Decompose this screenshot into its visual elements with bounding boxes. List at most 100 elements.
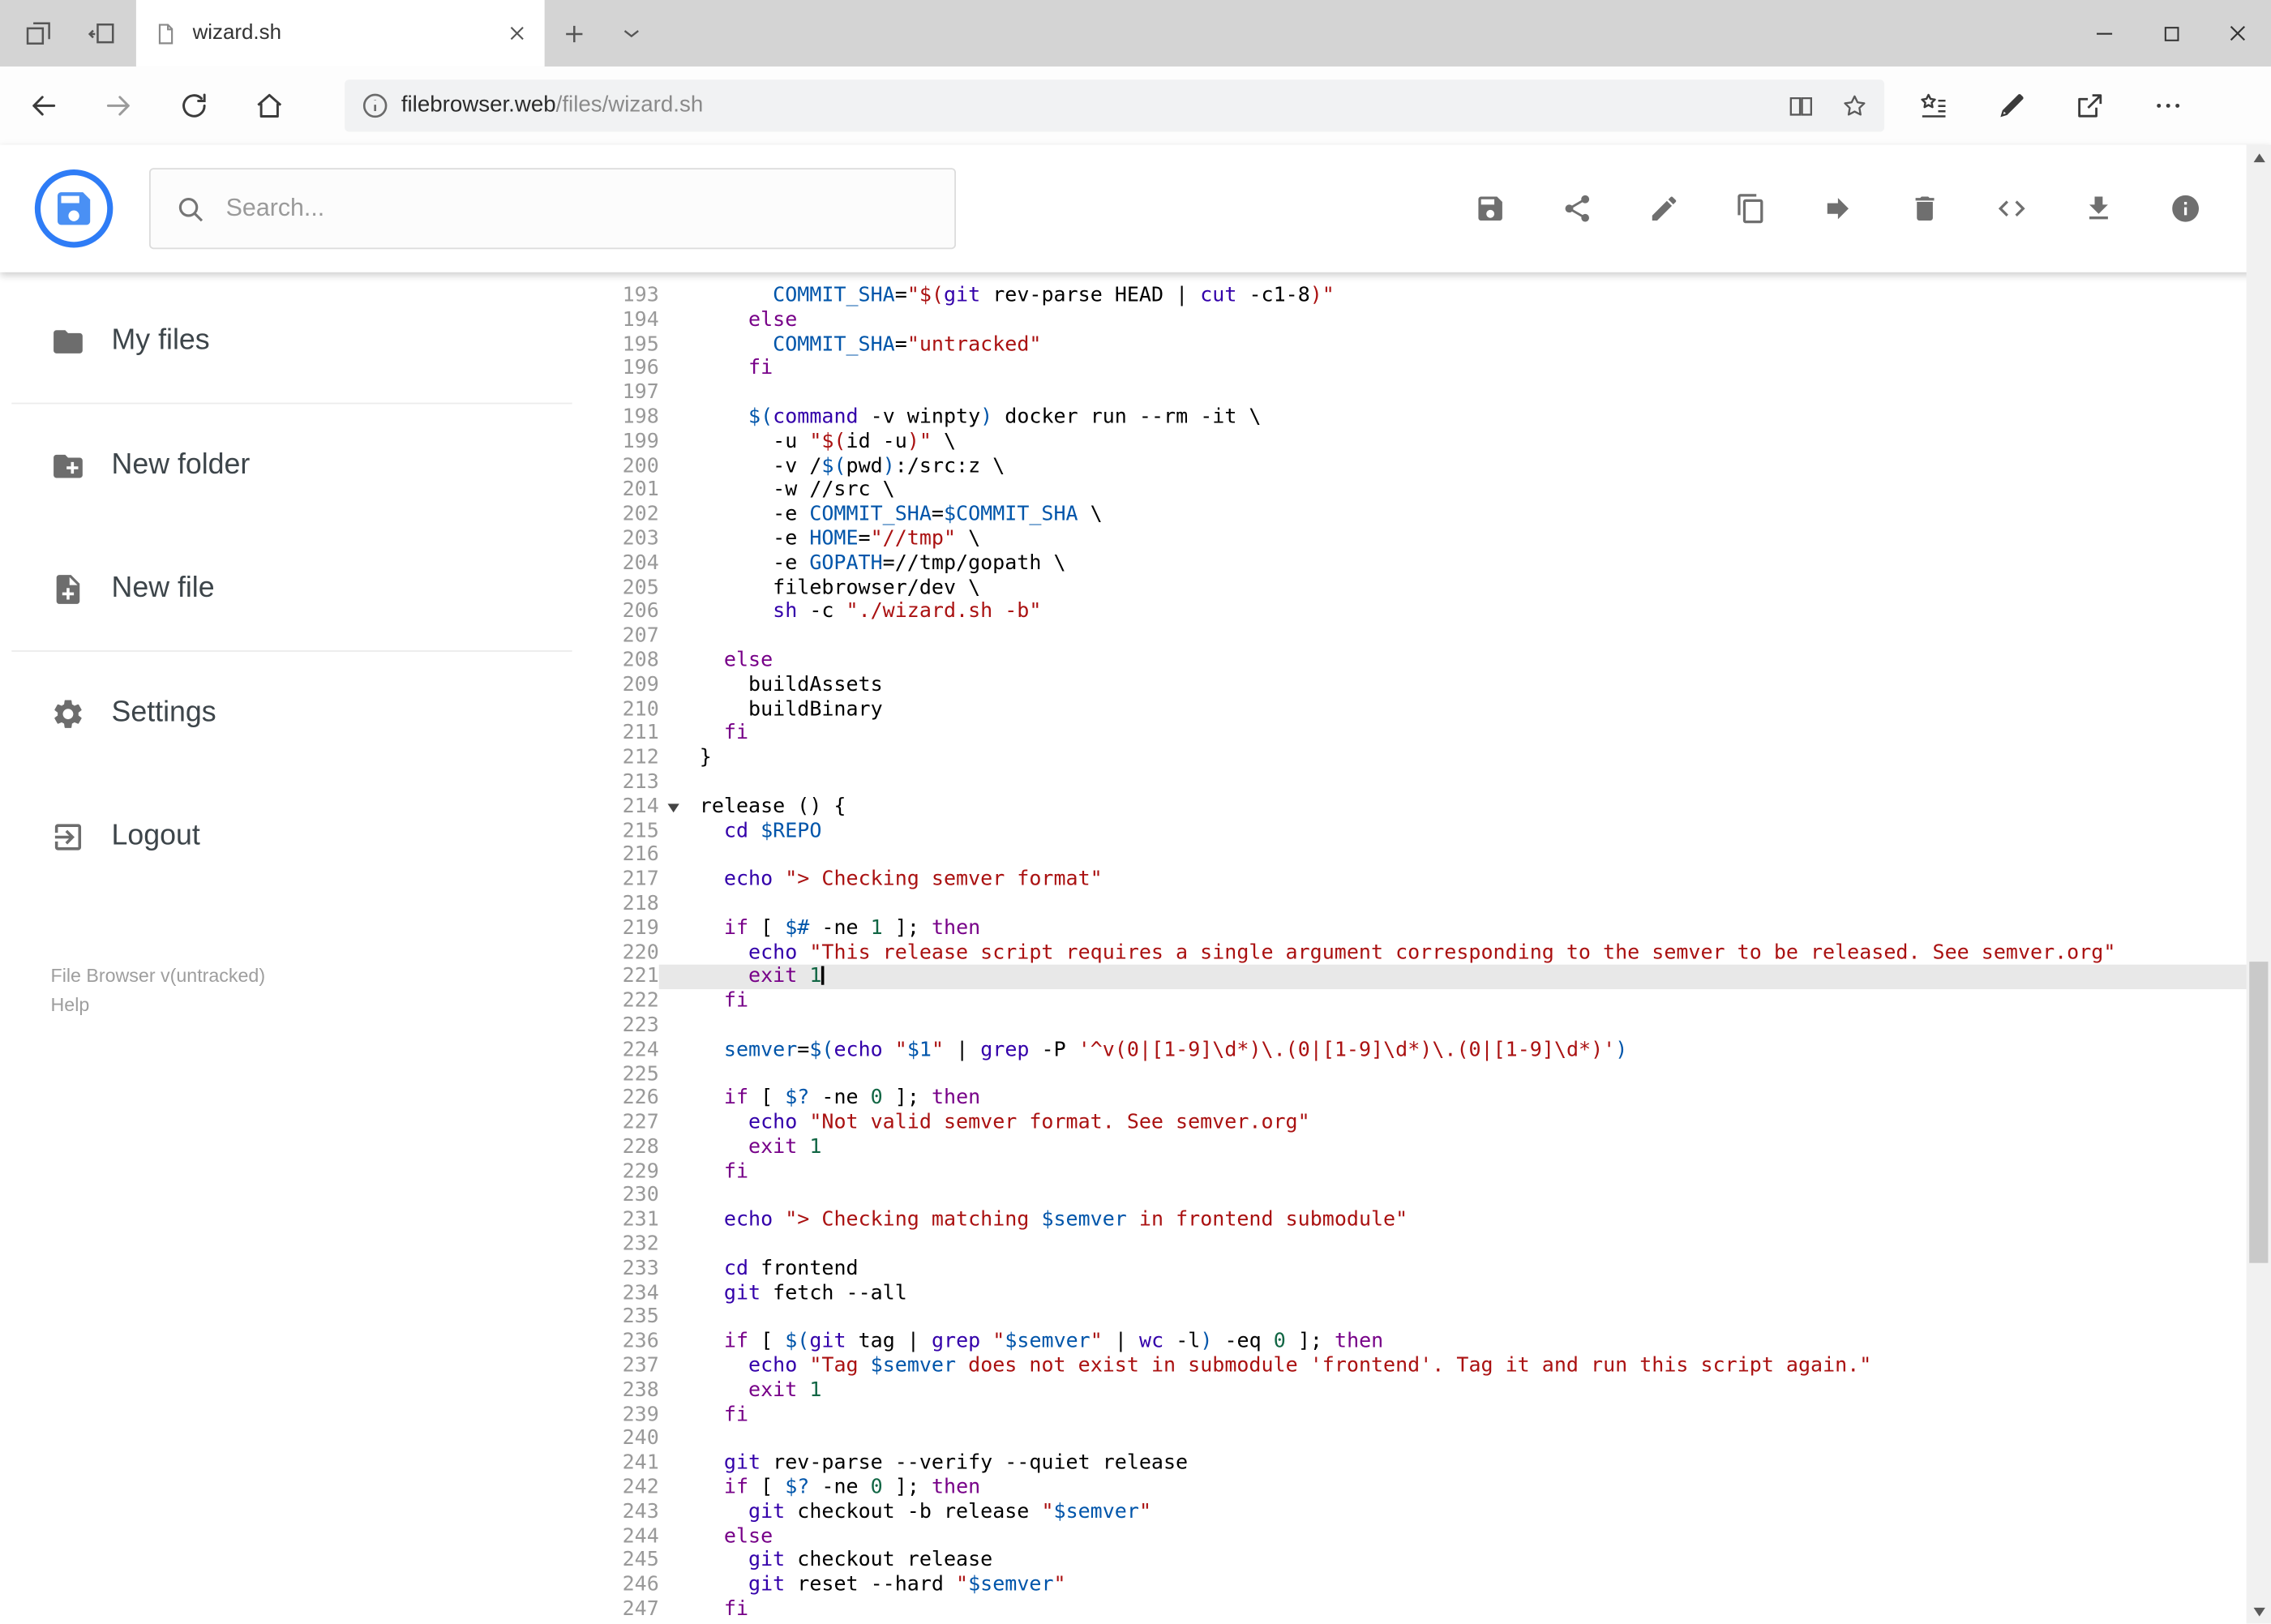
code-line[interactable]: 243 git checkout -b release "$semver"	[584, 1500, 2271, 1524]
code-line[interactable]: 194 else	[584, 308, 2271, 332]
set-tabs-aside-icon[interactable]	[20, 18, 55, 49]
code-line[interactable]: 237 echo "Tag $semver does not exist in …	[584, 1354, 2271, 1378]
close-window-button[interactable]	[2205, 0, 2271, 66]
code-line[interactable]: 206 sh -c "./wizard.sh -b"	[584, 600, 2271, 624]
minimize-button[interactable]	[2071, 0, 2137, 66]
code-line[interactable]: 223	[584, 1013, 2271, 1038]
code-line[interactable]: 246 git reset --hard "$semver"	[584, 1573, 2271, 1597]
code-line[interactable]: 196 fi	[584, 357, 2271, 381]
code-line[interactable]: 203 -e HOME="//tmp" \	[584, 527, 2271, 551]
code-line[interactable]: 210 buildBinary	[584, 697, 2271, 722]
code-line[interactable]: 229 fi	[584, 1159, 2271, 1184]
code-line[interactable]: 217 echo "> Checking semver format"	[584, 868, 2271, 892]
code-line[interactable]: 218	[584, 892, 2271, 916]
code-line[interactable]: 226 if [ $? -ne 0 ]; then	[584, 1086, 2271, 1111]
url-text[interactable]: filebrowser.web/files/wizard.sh	[401, 92, 1774, 118]
sidebar-item-settings[interactable]: Settings	[0, 652, 584, 775]
code-line[interactable]: 215 cd $REPO	[584, 819, 2271, 843]
back-button[interactable]	[15, 77, 72, 135]
code-line[interactable]: 214 release () {	[584, 795, 2271, 819]
delete-button[interactable]	[1909, 193, 1940, 225]
code-line[interactable]: 235	[584, 1305, 2271, 1330]
fold-marker-icon[interactable]	[667, 803, 679, 812]
code-line[interactable]: 202 -e COMMIT_SHA=$COMMIT_SHA \	[584, 503, 2271, 527]
raw-code-button[interactable]	[1996, 193, 2028, 225]
code-line[interactable]: 204 -e GOPATH=//tmp/gopath \	[584, 551, 2271, 576]
sidebar-item-new-file[interactable]: New file	[0, 527, 584, 650]
code-line[interactable]: 220 echo "This release script requires a…	[584, 941, 2271, 965]
scrollbar-thumb[interactable]	[2249, 962, 2269, 1263]
favorite-star-icon[interactable]	[1840, 91, 1870, 122]
code-line[interactable]: 195 COMMIT_SHA="untracked"	[584, 332, 2271, 357]
help-link[interactable]: Help	[51, 991, 584, 1020]
info-button[interactable]	[2170, 193, 2201, 225]
code-line[interactable]: 227 echo "Not valid semver format. See s…	[584, 1111, 2271, 1135]
copy-button[interactable]	[1735, 193, 1767, 225]
code-line[interactable]: 219 if [ $# -ne 1 ]; then	[584, 916, 2271, 941]
code-line[interactable]: 241 git rev-parse --verify --quiet relea…	[584, 1451, 2271, 1476]
save-button[interactable]	[1475, 193, 1506, 225]
new-tab-button[interactable]	[545, 0, 602, 66]
filebrowser-logo[interactable]	[34, 169, 114, 248]
code-line[interactable]: 212}	[584, 746, 2271, 770]
code-line[interactable]: 230	[584, 1184, 2271, 1208]
code-line[interactable]: 222 fi	[584, 989, 2271, 1013]
maximize-button[interactable]	[2138, 0, 2205, 66]
code-line[interactable]: 242 if [ $? -ne 0 ]; then	[584, 1476, 2271, 1500]
code-line[interactable]: 200 -v /$(pwd):/src:z \	[584, 454, 2271, 478]
code-line[interactable]: 245 git checkout release	[584, 1549, 2271, 1573]
share-icon[interactable]	[2061, 77, 2119, 135]
home-button[interactable]	[241, 77, 298, 135]
code-line[interactable]: 231 echo "> Checking matching $semver in…	[584, 1208, 2271, 1232]
code-line[interactable]: 247 fi	[584, 1597, 2271, 1622]
tab-preview-chevron-icon[interactable]	[602, 0, 660, 66]
code-line[interactable]: 193 COMMIT_SHA="$(git rev-parse HEAD | c…	[584, 284, 2271, 308]
code-line[interactable]: 201 -w //src \	[584, 478, 2271, 503]
code-line[interactable]: 209 buildAssets	[584, 673, 2271, 697]
code-line[interactable]: 234 git fetch --all	[584, 1281, 2271, 1305]
code-line[interactable]: 238 exit 1	[584, 1378, 2271, 1403]
search-box[interactable]	[148, 168, 956, 250]
code-line[interactable]: 199 -u "$(id -u)" \	[584, 430, 2271, 454]
sidebar-item-my-files[interactable]: My files	[0, 280, 584, 403]
code-line[interactable]: 221 exit 1	[584, 965, 2271, 990]
code-editor[interactable]: 193 COMMIT_SHA="$(git rev-parse HEAD | c…	[584, 272, 2271, 1624]
code-line[interactable]: 216	[584, 843, 2271, 868]
scroll-down-arrow-icon[interactable]	[2247, 1599, 2271, 1623]
code-line[interactable]: 211 fi	[584, 722, 2271, 746]
tabs-preview-icon[interactable]	[84, 18, 119, 49]
refresh-button[interactable]	[165, 77, 223, 135]
code-line[interactable]: 208 else	[584, 649, 2271, 673]
tab-close-icon[interactable]	[507, 24, 527, 44]
edit-button[interactable]	[1648, 193, 1680, 225]
code-line[interactable]: 236 if [ $(git tag | grep "$semver" | wc…	[584, 1330, 2271, 1354]
code-line[interactable]: 205 filebrowser/dev \	[584, 576, 2271, 600]
web-note-pen-icon[interactable]	[1983, 77, 2041, 135]
site-info-icon[interactable]	[359, 90, 391, 122]
code-line[interactable]: 224 semver=$(echo "$1" | grep -P '^v(0|[…	[584, 1038, 2271, 1062]
page-scrollbar[interactable]	[2246, 144, 2271, 1624]
reading-view-icon[interactable]	[1786, 91, 1817, 122]
code-line[interactable]: 228 exit 1	[584, 1135, 2271, 1159]
code-line[interactable]: 213	[584, 770, 2271, 795]
code-line[interactable]: 207	[584, 624, 2271, 649]
code-line[interactable]: 239 fi	[584, 1403, 2271, 1427]
code-line[interactable]: 244 else	[584, 1524, 2271, 1549]
forward-button[interactable]	[90, 77, 148, 135]
scrollbar-track[interactable]	[2247, 169, 2271, 1599]
scroll-up-arrow-icon[interactable]	[2247, 145, 2271, 169]
sidebar-item-logout[interactable]: Logout	[0, 775, 584, 898]
download-button[interactable]	[2083, 193, 2115, 225]
search-input[interactable]	[225, 194, 930, 224]
code-line[interactable]: 232	[584, 1232, 2271, 1257]
browser-tab[interactable]: wizard.sh	[135, 0, 545, 67]
code-line[interactable]: 240	[584, 1427, 2271, 1451]
share-file-button[interactable]	[1562, 193, 1593, 225]
sidebar-item-new-folder[interactable]: New folder	[0, 404, 584, 527]
code-line[interactable]: 197	[584, 381, 2271, 405]
hub-favorites-icon[interactable]	[1905, 77, 1962, 135]
address-bar[interactable]: filebrowser.web/files/wizard.sh	[345, 79, 1885, 132]
move-button[interactable]	[1822, 193, 1853, 225]
code-line[interactable]: 225	[584, 1062, 2271, 1086]
more-options-icon[interactable]	[2139, 77, 2196, 135]
